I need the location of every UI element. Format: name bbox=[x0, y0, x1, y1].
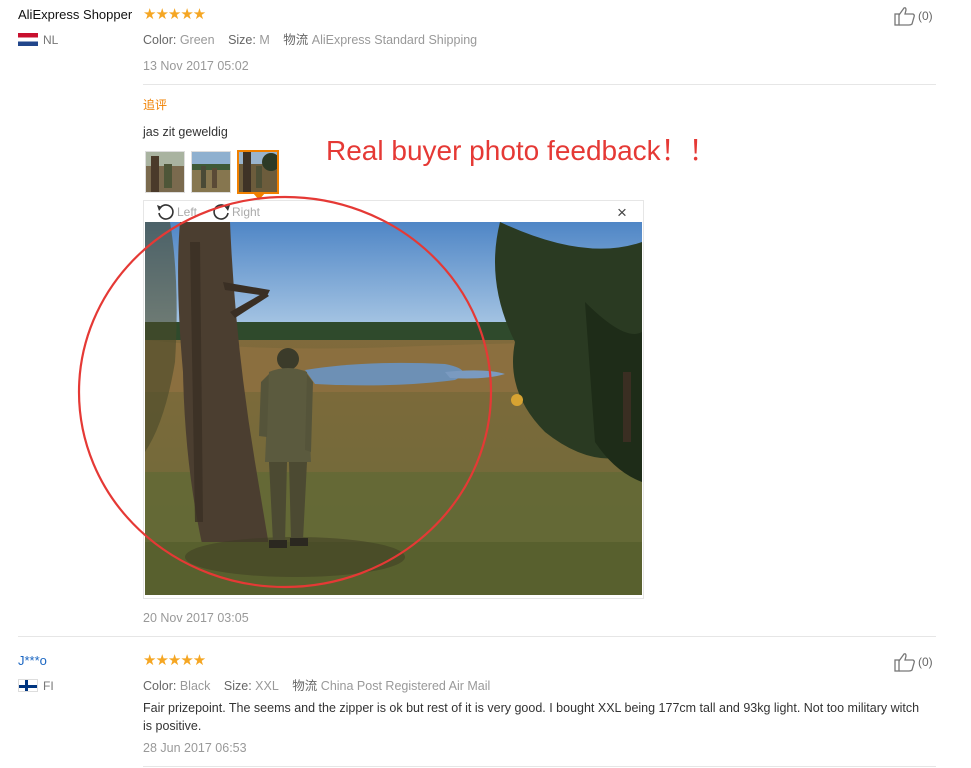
shipping-value: China Post Registered Air Mail bbox=[320, 679, 491, 693]
divider bbox=[18, 636, 936, 637]
helpful-button[interactable]: (0) bbox=[894, 6, 933, 26]
shipping-label: 物流 bbox=[283, 33, 309, 47]
shipping-label: 物流 bbox=[292, 679, 318, 693]
additional-feedback-date: 20 Nov 2017 03:05 bbox=[143, 611, 249, 625]
highlight-circle bbox=[77, 195, 493, 589]
divider bbox=[143, 766, 936, 767]
close-viewer-button[interactable]: × bbox=[617, 204, 627, 222]
country-code: FI bbox=[43, 679, 54, 693]
size-label: Size: bbox=[228, 33, 256, 47]
thumbs-up-icon bbox=[894, 653, 915, 672]
helpful-count: (0) bbox=[918, 655, 933, 669]
order-info: Color: Black Size: XXL 物流 China Post Reg… bbox=[143, 675, 490, 694]
color-label: Color: bbox=[143, 33, 177, 47]
flag-fi-icon bbox=[18, 679, 38, 692]
star-rating: ★★★★★ bbox=[143, 652, 206, 669]
review-date: 13 Nov 2017 05:02 bbox=[143, 59, 249, 73]
thumbs-up-icon bbox=[894, 7, 915, 26]
photo-thumbnail[interactable] bbox=[191, 151, 231, 193]
photo-thumbnail-selected[interactable] bbox=[237, 150, 279, 194]
size-label: Size: bbox=[223, 679, 252, 693]
photo-thumbnail[interactable] bbox=[145, 151, 185, 193]
reviewer-name[interactable]: J***o bbox=[18, 653, 47, 668]
divider bbox=[143, 84, 936, 85]
photo-thumbnail-image bbox=[146, 152, 184, 192]
reviewer-name: AliExpress Shopper bbox=[18, 7, 133, 22]
photo-thumbnail-image bbox=[192, 152, 230, 192]
star-rating: ★★★★★ bbox=[143, 6, 206, 23]
color-value: Black bbox=[179, 679, 211, 693]
additional-feedback-label: 追评 bbox=[143, 98, 168, 112]
size-value: M bbox=[259, 33, 270, 47]
color-value: Green bbox=[179, 33, 215, 47]
shipping-value: AliExpress Standard Shipping bbox=[311, 33, 478, 47]
photo-thumbnail-image bbox=[239, 152, 277, 192]
reviewer-country: FI bbox=[18, 679, 54, 693]
color-label: Color: bbox=[143, 679, 177, 693]
annotation-text: Real buyer photo feedback！！ bbox=[326, 135, 717, 166]
reviewer-country: NL bbox=[18, 33, 58, 47]
review-text: Fair prizepoint. The seems and the zippe… bbox=[143, 701, 920, 733]
flag-nl-icon bbox=[18, 33, 38, 46]
helpful-button[interactable]: (0) bbox=[894, 652, 933, 672]
additional-feedback-text: jas zit geweldig bbox=[143, 125, 228, 139]
helpful-count: (0) bbox=[918, 9, 933, 23]
country-code: NL bbox=[43, 33, 59, 47]
size-value: XXL bbox=[255, 679, 279, 693]
review-date: 28 Jun 2017 06:53 bbox=[143, 741, 247, 755]
order-info: Color: Green Size: M 物流 AliExpress Stand… bbox=[143, 29, 477, 48]
